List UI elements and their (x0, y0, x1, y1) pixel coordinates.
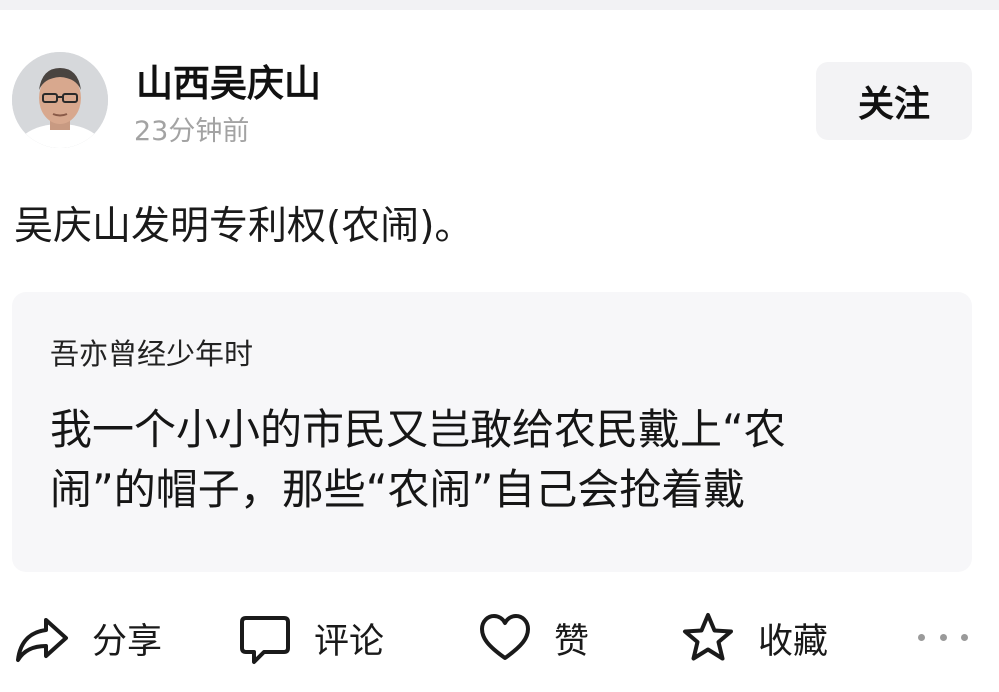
favorite-button[interactable]: 收藏 (680, 606, 828, 670)
action-bar: 分享 评论 赞 收藏 (0, 600, 999, 680)
avatar-portrait-image (12, 52, 108, 148)
post-header: 山西吴庆山 23分钟前 关注 (12, 52, 974, 152)
star-icon (683, 613, 733, 661)
more-dot (939, 633, 947, 641)
quoted-post-line: 闹”的帽子，那些“农闹”自己会抢着戴 (50, 465, 746, 514)
like-button[interactable]: 赞 (478, 606, 589, 670)
author-name[interactable]: 山西吴庆山 (136, 60, 321, 108)
quoted-post-card[interactable]: 吾亦曾经少年时 我一个小小的市民又岂敢给农民戴上“农 闹”的帽子，那些“农闹”自… (12, 292, 972, 572)
like-label: 赞 (554, 621, 590, 662)
share-icon (16, 618, 68, 662)
post-timestamp: 23分钟前 (134, 116, 250, 147)
post-text: 吴庆山发明专利权(农闹)。 (14, 204, 474, 249)
quoted-post-line: 我一个小小的市民又岂敢给农民戴上“农 (50, 405, 786, 454)
comment-icon (240, 616, 290, 664)
share-label: 分享 (92, 621, 163, 662)
comment-button[interactable]: 评论 (238, 606, 384, 670)
comment-label: 评论 (314, 621, 385, 662)
follow-button[interactable]: 关注 (816, 62, 972, 140)
quoted-post-text: 我一个小小的市民又岂敢给农民戴上“农 闹”的帽子，那些“农闹”自己会抢着戴 (50, 400, 930, 520)
favorite-label: 收藏 (758, 621, 829, 662)
top-divider-strip (0, 0, 999, 10)
like-icon (480, 614, 530, 660)
more-icon[interactable] (918, 622, 968, 652)
avatar[interactable] (12, 52, 108, 148)
more-dot (918, 633, 925, 641)
more-dot (961, 633, 968, 641)
quoted-post-title: 吾亦曾经少年时 (50, 337, 254, 371)
share-button[interactable]: 分享 (14, 606, 162, 670)
